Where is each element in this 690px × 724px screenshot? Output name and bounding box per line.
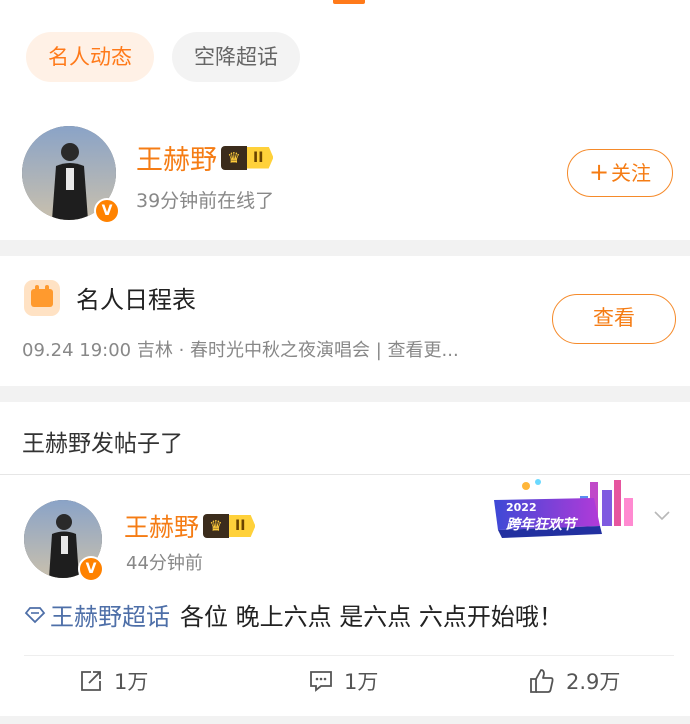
tab-supertopic[interactable]: 空降超话 bbox=[172, 32, 300, 82]
view-schedule-button[interactable]: 查看 bbox=[552, 294, 676, 344]
post-text: 各位 晚上六点 是六点 六点开始哦！ bbox=[180, 603, 563, 631]
divider-line bbox=[24, 655, 674, 656]
online-status: 39分钟前在线了 bbox=[136, 190, 275, 212]
post-content: 王赫野超话 各位 晚上六点 是六点 六点开始哦！ bbox=[24, 597, 563, 632]
post-section-header: 王赫野发帖子了 bbox=[22, 431, 183, 457]
calendar-icon bbox=[24, 280, 60, 316]
tab-celebrity-updates[interactable]: 名人动态 bbox=[26, 32, 154, 82]
comment-icon bbox=[310, 671, 332, 692]
plus-icon: + bbox=[588, 158, 610, 186]
supertopic-diamond-icon bbox=[24, 606, 46, 623]
level-badge: II bbox=[247, 146, 274, 169]
level-badge: II bbox=[229, 515, 256, 537]
crown-glyph-icon: ♛ bbox=[203, 514, 230, 538]
like-count: 2.9万 bbox=[566, 670, 621, 694]
post-time: 44分钟前 bbox=[126, 553, 203, 574]
post-author-name[interactable]: 王赫野 bbox=[124, 508, 199, 544]
repost-button[interactable]: 1万 bbox=[78, 666, 148, 696]
post-author-row: 王赫野 ♛ II bbox=[124, 508, 256, 544]
schedule-title: 名人日程表 bbox=[76, 286, 196, 314]
share-icon bbox=[81, 671, 101, 691]
banner-year: 2022 bbox=[506, 501, 537, 514]
profile-name[interactable]: 王赫野 bbox=[136, 138, 217, 177]
topic-link[interactable]: 王赫野超话 bbox=[24, 597, 170, 632]
schedule-detail[interactable]: 09.24 19:00 吉林 · 春时光中秋之夜演唱会 | 查看更... bbox=[22, 336, 532, 362]
post-actions: 1万 1万 2.9万 bbox=[0, 666, 690, 706]
profile-name-row: 王赫野 ♛ II bbox=[136, 138, 274, 177]
comment-count: 1万 bbox=[344, 670, 379, 694]
bottom-divider bbox=[0, 716, 690, 724]
verified-badge-icon: V bbox=[94, 198, 120, 224]
section-divider bbox=[0, 386, 690, 402]
chevron-down-icon[interactable] bbox=[652, 506, 672, 526]
crown-icon: ♛ II bbox=[221, 145, 274, 170]
crown-icon: ♛ II bbox=[203, 514, 256, 538]
follow-button[interactable]: + 关注 bbox=[567, 149, 673, 197]
repost-count: 1万 bbox=[114, 670, 149, 694]
schedule-card[interactable]: 名人日程表 09.24 19:00 吉林 · 春时光中秋之夜演唱会 | 查看更.… bbox=[0, 256, 690, 386]
like-button[interactable]: 2.9万 bbox=[528, 666, 620, 696]
profile-card[interactable]: V 王赫野 ♛ II 39分钟前在线了 + 关注 bbox=[0, 112, 690, 240]
tab-bar: 名人动态 空降超话 bbox=[26, 32, 300, 82]
comment-button[interactable]: 1万 bbox=[308, 666, 378, 696]
thumbs-up-icon bbox=[530, 669, 554, 693]
crown-glyph-icon: ♛ bbox=[221, 145, 247, 170]
section-divider bbox=[0, 240, 690, 256]
divider-line bbox=[0, 474, 690, 475]
follow-label: 关注 bbox=[611, 161, 652, 185]
topic-label: 王赫野超话 bbox=[50, 603, 170, 631]
verified-badge-icon: V bbox=[78, 556, 104, 582]
top-tab-indicator bbox=[333, 0, 365, 4]
event-banner[interactable]: 2022 跨年狂欢节 bbox=[490, 476, 636, 542]
banner-text: 跨年狂欢节 bbox=[506, 517, 576, 533]
